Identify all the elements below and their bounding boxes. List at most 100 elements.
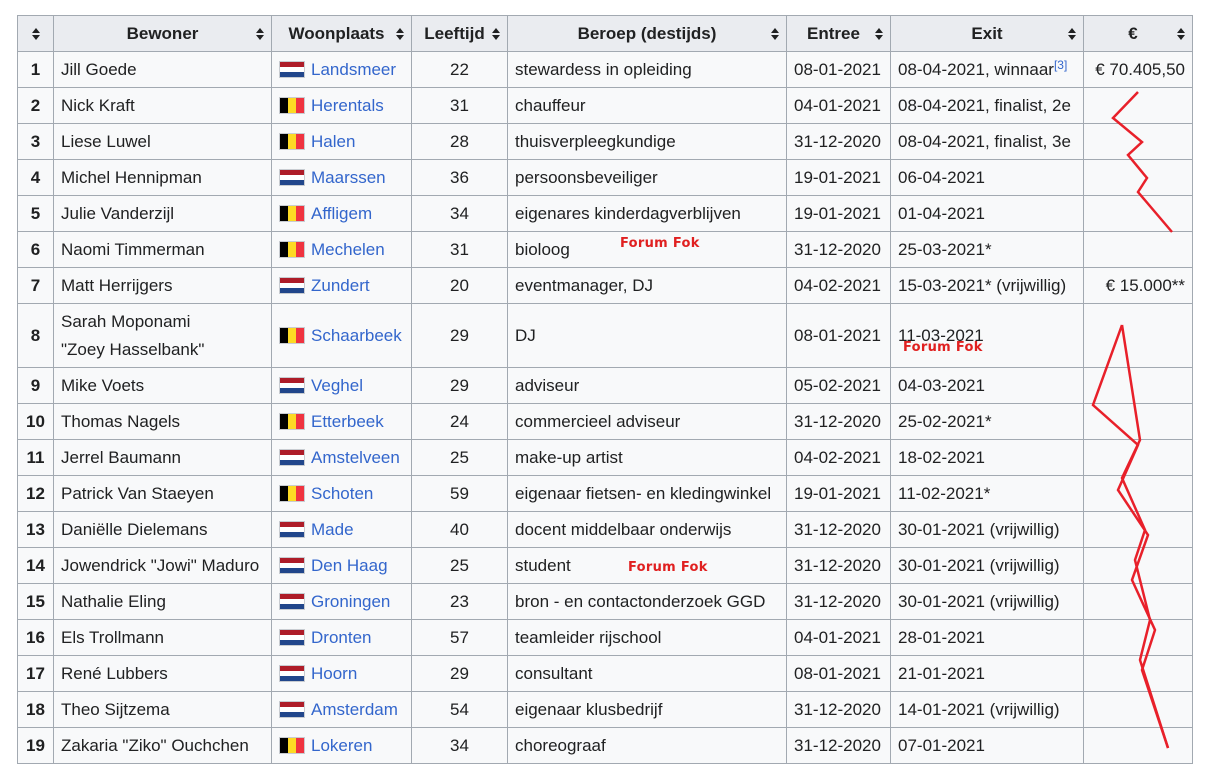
city-link[interactable]: Made xyxy=(311,520,354,539)
city-link[interactable]: Landsmeer xyxy=(311,60,396,79)
leeftijd-cell: 36 xyxy=(411,159,508,196)
beroep-cell: adviseur xyxy=(507,367,787,404)
entree-cell: 31-12-2020 xyxy=(786,583,891,620)
prize-cell xyxy=(1083,475,1193,512)
bewoner-cell: René Lubbers xyxy=(53,655,272,692)
exit-cell: 07-01-2021 xyxy=(890,727,1084,764)
rank-cell: 6 xyxy=(17,231,54,268)
woonplaats-cell: Hoorn xyxy=(271,655,412,692)
sort-header-woonplaats[interactable]: Woonplaats xyxy=(271,15,412,52)
exit-cell: 08-04-2021, finalist, 3e xyxy=(890,123,1084,160)
contestants-table: Bewoner Woonplaats Leeftijd Beroep (dest… xyxy=(17,15,1193,764)
table-row: 10 Thomas Nagels Etterbeek 24 commercieel ad… xyxy=(17,403,1193,440)
sort-icon[interactable] xyxy=(1068,27,1076,40)
woonplaats-cell: Lokeren xyxy=(271,727,412,764)
rank-cell: 4 xyxy=(17,159,54,196)
entree-cell: 19-01-2021 xyxy=(786,195,891,232)
prize-cell xyxy=(1083,303,1193,368)
bewoner-cell: Nathalie Eling xyxy=(53,583,272,620)
entree-cell: 04-02-2021 xyxy=(786,267,891,304)
netherlands-flag-icon xyxy=(279,448,305,466)
beroep-cell: stewardess in opleiding xyxy=(507,51,787,88)
bewoner-cell: Els Trollmann xyxy=(53,619,272,656)
table-row: 5 Julie Vanderzijl Affligem 34 eigenares kin… xyxy=(17,195,1193,232)
netherlands-flag-icon xyxy=(279,700,305,718)
sort-header-prize[interactable]: € xyxy=(1083,15,1193,52)
leeftijd-cell: 31 xyxy=(411,231,508,268)
prize-cell xyxy=(1083,619,1193,656)
leeftijd-cell: 29 xyxy=(411,303,508,368)
entree-cell: 04-01-2021 xyxy=(786,619,891,656)
exit-cell: 04-03-2021 xyxy=(890,367,1084,404)
sort-header-num[interactable] xyxy=(17,15,54,52)
rank-cell: 12 xyxy=(17,475,54,512)
bewoner-cell: Zakaria "Ziko" Ouchchen xyxy=(53,727,272,764)
bewoner-cell: Michel Hennipman xyxy=(53,159,272,196)
city-link[interactable]: Zundert xyxy=(311,276,370,295)
sort-icon[interactable] xyxy=(31,27,40,40)
city-link[interactable]: Halen xyxy=(311,132,355,151)
exit-cell: 28-01-2021 xyxy=(890,619,1084,656)
sort-icon[interactable] xyxy=(1177,27,1185,40)
rank-cell: 17 xyxy=(17,655,54,692)
city-link[interactable]: Lokeren xyxy=(311,736,372,755)
prize-cell: € 15.000** xyxy=(1083,267,1193,304)
sort-header-beroep[interactable]: Beroep (destijds) xyxy=(507,15,787,52)
city-link[interactable]: Den Haag xyxy=(311,556,388,575)
netherlands-flag-icon xyxy=(279,664,305,682)
table-row: 15 Nathalie Eling Groningen 23 bron - en con… xyxy=(17,583,1193,620)
bewoner-cell: Sarah Moponami "Zoey Hasselbank" xyxy=(53,303,272,368)
beroep-cell: persoonsbeveiliger xyxy=(507,159,787,196)
city-link[interactable]: Mechelen xyxy=(311,240,385,259)
city-link[interactable]: Groningen xyxy=(311,592,390,611)
prize-cell xyxy=(1083,231,1193,268)
netherlands-flag-icon xyxy=(279,276,305,294)
leeftijd-cell: 29 xyxy=(411,367,508,404)
city-link[interactable]: Etterbeek xyxy=(311,412,384,431)
netherlands-flag-icon xyxy=(279,376,305,394)
beroep-cell: chauffeur xyxy=(507,87,787,124)
rank-cell: 11 xyxy=(17,439,54,476)
sort-header-exit[interactable]: Exit xyxy=(890,15,1084,52)
table-row: 9 Mike Voets Veghel 29 adviseur 05-02-2021 04-… xyxy=(17,367,1193,404)
beroep-cell: teamleider rijschool xyxy=(507,619,787,656)
city-link[interactable]: Veghel xyxy=(311,376,363,395)
entree-cell: 31-12-2020 xyxy=(786,403,891,440)
bewoner-cell: Julie Vanderzijl xyxy=(53,195,272,232)
city-link[interactable]: Maarssen xyxy=(311,168,386,187)
sort-icon[interactable] xyxy=(771,27,779,40)
city-link[interactable]: Schoten xyxy=(311,484,373,503)
sort-header-bewoner[interactable]: Bewoner xyxy=(53,15,272,52)
city-link[interactable]: Schaarbeek xyxy=(311,326,402,345)
exit-cell: 08-04-2021, finalist, 2e xyxy=(890,87,1084,124)
woonplaats-cell: Schaarbeek xyxy=(271,303,412,368)
netherlands-flag-icon xyxy=(279,592,305,610)
city-link[interactable]: Hoorn xyxy=(311,664,357,683)
sort-icon[interactable] xyxy=(492,27,500,40)
sort-header-leeftijd[interactable]: Leeftijd xyxy=(411,15,508,52)
sort-icon[interactable] xyxy=(396,27,404,40)
beroep-cell: make-up artist xyxy=(507,439,787,476)
table-row: 11 Jerrel Baumann Amstelveen 25 make-up arti… xyxy=(17,439,1193,476)
city-link[interactable]: Dronten xyxy=(311,628,371,647)
city-link[interactable]: Affligem xyxy=(311,204,372,223)
exit-cell: 01-04-2021 xyxy=(890,195,1084,232)
prize-cell xyxy=(1083,727,1193,764)
bewoner-cell: Daniëlle Dielemans xyxy=(53,511,272,548)
city-link[interactable]: Amstelveen xyxy=(311,448,400,467)
city-link[interactable]: Herentals xyxy=(311,96,384,115)
reference-link[interactable]: [3] xyxy=(1054,58,1067,72)
prize-cell xyxy=(1083,159,1193,196)
belgium-flag-icon xyxy=(279,412,305,430)
city-link[interactable]: Amsterdam xyxy=(311,700,398,719)
sort-icon[interactable] xyxy=(875,27,883,40)
header-row: Bewoner Woonplaats Leeftijd Beroep (dest… xyxy=(17,15,1193,52)
woonplaats-cell: Amsterdam xyxy=(271,691,412,728)
sort-icon[interactable] xyxy=(256,27,264,40)
belgium-flag-icon xyxy=(279,484,305,502)
prize-cell xyxy=(1083,367,1193,404)
leeftijd-cell: 34 xyxy=(411,195,508,232)
rank-cell: 16 xyxy=(17,619,54,656)
sort-header-entree[interactable]: Entree xyxy=(786,15,891,52)
entree-cell: 04-01-2021 xyxy=(786,87,891,124)
